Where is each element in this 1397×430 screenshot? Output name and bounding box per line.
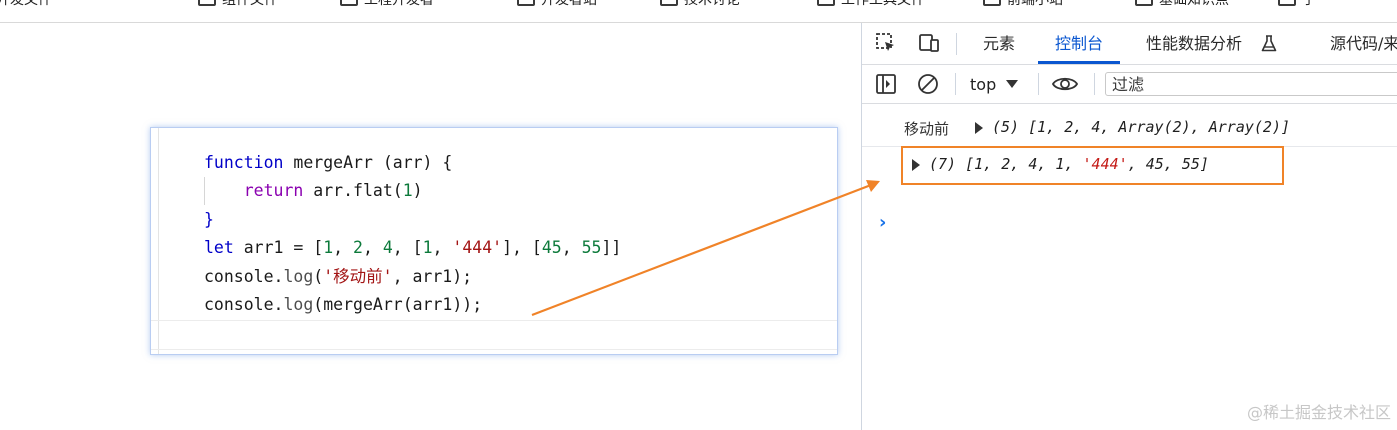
folder-icon [517,0,535,6]
folder-icon [1135,0,1153,6]
tab-elements[interactable]: 元素 [983,23,1015,64]
experiment-flask-icon [1261,35,1277,52]
filter-box [1105,72,1397,96]
code-line: console.log(mergeArr(arr1)); [204,291,482,319]
code-token: ]] [601,238,622,258]
code-token: 4 [382,238,393,258]
code-token: 45 [541,238,562,258]
bookmark-item[interactable]: 子 [1278,0,1316,8]
bookmark-item[interactable]: 前端小站 [983,0,1063,8]
log-label: 移动前 [904,120,950,138]
page-content: function mergeArr (arr) { return arr.fla… [0,23,861,430]
toolbar-separator [955,73,956,95]
watermark: @稀土掘金技术社区 [1246,403,1391,422]
code-token: function [204,153,284,172]
clear-console-icon[interactable] [917,73,939,95]
tab-separator [956,33,957,55]
sidebar-toggle-icon[interactable] [875,73,897,95]
code-token: mergeArr (arr) { [283,153,453,172]
console-toolbar: top [862,65,1397,104]
bookmark-label: 子 [1302,0,1316,8]
bookmark-label: 基础知识点 [1159,0,1229,8]
code-token: 1 [422,238,433,258]
code-token: , [432,238,453,258]
device-toolbar-icon[interactable] [918,32,940,54]
code-token: , [561,238,582,258]
code-token: let [204,238,234,258]
bookmark-item[interactable]: 开发者站 [517,0,597,8]
bookmark-label: 开发者站 [541,0,597,8]
chevron-down-icon [1006,80,1019,88]
bookmark-label: 技术讨论 [684,0,740,8]
code-token: (mergeArr(arr1)); [313,295,483,314]
bookmarks-bar: 各前端开发文件 组件文件 工程开发者 开发者站 技术讨论 工作工具文件 前端小站 基础知识点 子 [0,0,1397,23]
bookmark-label: 组件文件 [222,0,278,8]
bookmark-item[interactable]: 组件文件 [198,0,278,8]
bookmark-item[interactable]: 基础知识点 [1135,0,1229,8]
context-selector[interactable]: top [970,73,1019,95]
folder-icon [340,0,358,6]
tab-sources[interactable]: 源代码/来 [1330,23,1397,64]
active-tab-indicator [1038,61,1120,64]
code-line: function mergeArr (arr) { [204,149,452,177]
code-token: arr1 = [ [233,238,324,258]
bookmark-item[interactable]: 技术讨论 [660,0,740,8]
current-line-highlight [151,320,837,350]
bookmark-item[interactable]: 工作工具文件 [817,0,925,8]
code-token: ], [ [502,238,542,258]
toolbar-separator [1094,73,1095,95]
code-token: log [283,266,314,286]
bookmark-item[interactable]: 工程开发者 [340,0,434,8]
code-token: } [204,209,214,229]
folder-icon [1278,0,1296,6]
code-token: '移动前' [323,266,393,286]
filter-input[interactable] [1106,73,1392,95]
folder-icon [817,0,835,6]
console-prompt[interactable]: › [879,212,886,233]
bookmark-item[interactable]: 各前端开发文件 [0,0,52,8]
code-token: console. [204,295,284,314]
expand-triangle-icon[interactable] [975,122,983,134]
folder-icon [660,0,678,6]
bookmark-label: 工程开发者 [364,0,434,8]
code-token: , [ [392,238,423,258]
code-line: return arr.flat(1) [204,177,423,205]
folder-icon [983,0,1001,6]
code-line: } [204,206,214,234]
code-token: log [283,295,314,314]
code-token: , [362,238,383,258]
bookmark-label: 各前端开发文件 [0,0,52,8]
devtools-panel: 元素 控制台 性能数据分析 源代码/来 top 过滤 移动前 (5) [1, 2… [861,23,1397,430]
bookmark-label: 前端小站 [1007,0,1063,8]
code-token: 1 [402,181,413,201]
code-line: console.log('移动前', arr1); [204,263,472,291]
code-line: let arr1 = [1, 2, 4, [1, '444'], [45, 55… [204,234,621,262]
code-token: ( [313,266,324,286]
folder-icon [198,0,216,6]
context-label: top [970,74,997,94]
code-token: ) [412,181,423,201]
code-token: console. [204,266,284,286]
highlight-box [901,146,1284,185]
tab-performance[interactable]: 性能数据分析 [1146,23,1242,64]
code-token: '444' [452,238,503,258]
code-token: 2 [353,238,363,258]
console-message: 移动前 (5) [1, 2, 4, Array(2), Array(2)] [862,110,1397,147]
code-token: arr.flat( [303,181,403,201]
live-expression-eye-icon[interactable] [1052,73,1078,95]
log-value[interactable]: (5) [1, 2, 4, Array(2), Array(2)] [992,118,1290,136]
code-token: , arr1); [392,266,473,286]
bookmark-label: 工作工具文件 [841,0,925,8]
code-token: return [243,181,304,201]
code-token: , [333,238,354,258]
toolbar-separator [1038,73,1039,95]
tab-console[interactable]: 控制台 [1055,23,1103,64]
code-token: 55 [581,238,602,258]
inspect-element-icon[interactable] [875,32,897,54]
code-token: 1 [323,238,334,258]
code-snippet: function mergeArr (arr) { return arr.fla… [150,127,838,355]
devtools-tab-bar: 元素 控制台 性能数据分析 源代码/来 [862,23,1397,65]
